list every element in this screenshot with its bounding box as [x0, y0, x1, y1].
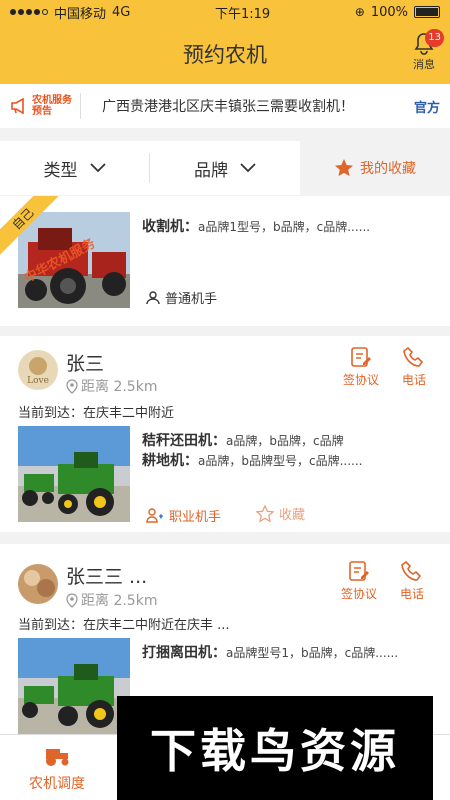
watermark-overlay: 下载鸟资源 [117, 696, 433, 800]
distance-label: 距离 2.5km [81, 593, 158, 609]
phone-label: 电话 [399, 587, 424, 601]
machine-line: 收割机：a品牌1型号，b品牌，c品牌...... [142, 216, 370, 236]
machine-line: 打捆离田机：a品牌型号1，b品牌，c品牌...... [142, 642, 398, 662]
distance: 距离 2.5km [66, 376, 157, 396]
machine-type: 耕地机： [142, 453, 198, 469]
operator-name: 张三 [66, 353, 105, 375]
ribbon-label: 自己 [0, 196, 60, 256]
carrier-label: 中国移动 [54, 6, 107, 22]
svg-text:Love: Love [27, 376, 49, 386]
machine-line: 耕地机：a品牌，b品牌型号，c品牌...... [142, 450, 362, 470]
official-label: 官方 [413, 100, 440, 116]
call-button[interactable]: 电话 [390, 560, 434, 602]
operator-role: 职业机手 [146, 506, 221, 525]
phone-icon [403, 346, 424, 367]
machine-brands: a品牌1型号，b品牌，c品牌...... [198, 220, 371, 234]
notice-tag: 农机服务 预告 [10, 93, 94, 119]
distance-label: 距离 2.5km [81, 379, 158, 395]
megaphone-icon [11, 97, 24, 115]
notice-tag-line1: 农机服务 [32, 95, 72, 106]
chevron-down-icon [89, 163, 106, 173]
battery-icon [414, 6, 440, 18]
notice-tag-line2: 预告 [32, 106, 52, 117]
page-title: 预约农机 [183, 43, 267, 67]
contract-icon [351, 347, 371, 367]
notice-text: 广西贵港港北区庆丰镇张三需要收割机！ [102, 99, 354, 115]
distance: 距离 2.5km [66, 590, 157, 610]
tab-dispatch-label: 农机调度 [29, 776, 85, 792]
machine-photo [18, 426, 130, 522]
brand-filter-label: 品牌 [194, 160, 228, 181]
machine-card[interactable]: 中华农机服务 自己 收割机：a品牌1型号，b品牌，c品牌...... 普通机手 [0, 196, 450, 326]
agreement-label: 签协议 [342, 373, 379, 387]
rotation-lock-icon: ⊕ [354, 5, 365, 19]
status-bar: 中国移动 4G 下午1:19 ⊕ 100% [0, 0, 450, 24]
current-location: 当前到达：在庆丰二中附近在庆丰 ... [18, 618, 230, 633]
user-icon [146, 290, 160, 304]
role-label: 职业机手 [169, 510, 222, 525]
machine-photo [18, 638, 130, 734]
notice-bar[interactable]: 农机服务 预告 广西贵港港北区庆丰镇张三需要收割机！ 官方 [0, 84, 450, 128]
contract-icon [349, 561, 369, 581]
current-location: 当前到达：在庆丰二中附近 [18, 406, 175, 421]
phone-icon [401, 560, 422, 581]
brand-filter[interactable]: 品牌 [150, 153, 300, 183]
tab-dispatch[interactable]: 农机调度 [18, 743, 96, 793]
star-icon [335, 159, 353, 177]
signal-icon [10, 9, 48, 15]
sign-agreement-button[interactable]: 签协议 [339, 346, 383, 388]
favorites-label: 我的收藏 [360, 161, 416, 177]
nav-bar: 预约农机 13 消息 [0, 24, 450, 84]
favorites-button[interactable]: 我的收藏 [300, 141, 450, 195]
favorite-label: 收藏 [279, 508, 306, 523]
machine-brands: a品牌，b品牌，c品牌 [226, 434, 344, 448]
clock: 下午1:19 [214, 6, 271, 22]
location-pin-icon [66, 592, 78, 608]
type-filter[interactable]: 类型 [0, 153, 150, 183]
call-button[interactable]: 电话 [392, 346, 436, 388]
star-outline-icon [256, 504, 274, 523]
operator-role: 普通机手 [146, 288, 217, 307]
chevron-down-icon [240, 163, 256, 173]
machine-type: 打捆离田机： [142, 645, 226, 661]
messages-button[interactable]: 13 消息 [408, 29, 444, 72]
messages-label: 消息 [413, 58, 435, 71]
operator-name: 张三三 ... [66, 566, 148, 588]
machine-line: 秸秆还田机：a品牌，b品牌，c品牌 [142, 430, 344, 450]
role-label: 普通机手 [165, 292, 218, 307]
machine-type: 秸秆还田机： [142, 433, 226, 449]
avatar: Love [18, 350, 58, 390]
agreement-label: 签协议 [340, 587, 377, 601]
sign-agreement-button[interactable]: 签协议 [337, 560, 381, 602]
avatar [18, 564, 58, 604]
tractor-icon [46, 749, 69, 766]
certified-user-icon [146, 507, 163, 523]
filter-bar: 类型 品牌 我的收藏 [0, 141, 450, 195]
message-count-badge: 13 [425, 29, 444, 47]
machine-brands: a品牌型号1，b品牌，c品牌...... [226, 646, 399, 660]
machine-type: 收割机： [142, 219, 198, 235]
network-label: 4G [112, 4, 131, 20]
phone-label: 电话 [401, 373, 426, 387]
machine-brands: a品牌，b品牌型号，c品牌...... [198, 454, 363, 468]
type-filter-label: 类型 [43, 160, 78, 181]
operator-card[interactable]: Love 张三 距离 2.5km 签协议 电话 当前到达：在庆丰二中附近 秸秆还… [0, 336, 450, 532]
favorite-button[interactable]: 收藏 [256, 504, 305, 523]
battery-percent: 100% [370, 4, 408, 20]
location-pin-icon [66, 378, 78, 394]
own-ribbon: 自己 [0, 196, 60, 256]
